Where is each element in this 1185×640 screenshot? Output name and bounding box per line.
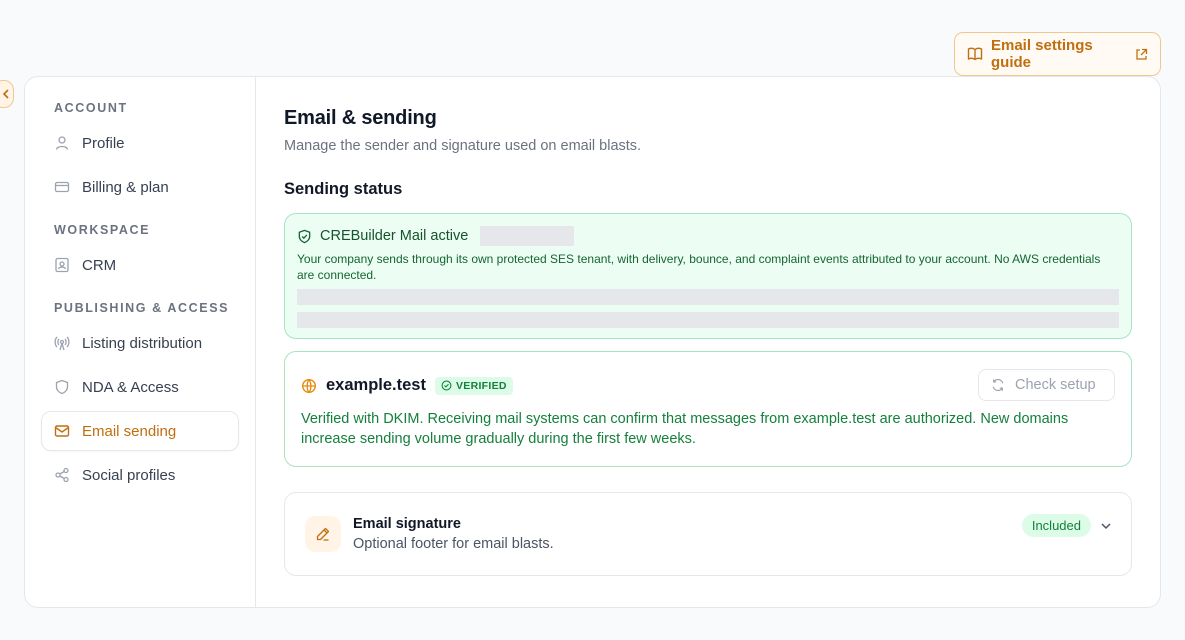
included-badge: Included [1021, 514, 1091, 537]
share-icon [55, 467, 69, 483]
status-description: Your company sends through its own prote… [297, 252, 1101, 282]
loading-placeholder-bar [297, 312, 1119, 328]
sidebar-item-email-sending[interactable]: Email sending [41, 411, 239, 451]
refresh-icon [992, 378, 1004, 392]
sidebar-item-listing-distribution[interactable]: Listing distribution [41, 323, 239, 363]
pen-icon [316, 527, 330, 541]
page-subtitle: Manage the sender and signature used on … [284, 138, 642, 154]
sidebar-item-nda-access[interactable]: NDA & Access [41, 367, 239, 407]
signature-icon-tile [305, 516, 341, 552]
sidebar-item-label: Email sending [82, 422, 177, 440]
user-icon [55, 136, 69, 150]
check-setup-button[interactable]: Check setup [978, 369, 1115, 401]
sending-status-heading: Sending status [284, 180, 403, 198]
sidebar-item-label: Listing distribution [82, 334, 203, 352]
contact-icon [55, 257, 69, 273]
globe-icon [301, 378, 317, 393]
domain-name: example.test [326, 376, 426, 394]
signature-title: Email signature [353, 516, 461, 532]
mail-icon [54, 425, 70, 437]
sending-status-panel: CREBuilder Mail active Your company send… [284, 213, 1132, 339]
check-setup-label: Check setup [1015, 377, 1096, 393]
main-content: Email & sending Manage the sender and si… [256, 77, 1160, 607]
sidebar-item-label: Social profiles [82, 466, 176, 484]
shield-icon [55, 379, 69, 395]
signature-subtitle: Optional footer for email blasts. [353, 536, 554, 552]
sidebar-item-social-profiles[interactable]: Social profiles [41, 455, 239, 495]
chevron-left-icon [2, 89, 9, 99]
sidebar-section-account: ACCOUNT [54, 101, 128, 115]
check-circle-icon [441, 380, 452, 391]
guide-button-label: Email settings guide [991, 37, 1093, 71]
domain-description: Verified with DKIM. Receiving mail syste… [301, 411, 1069, 447]
chevron-down-icon[interactable] [1099, 519, 1113, 533]
status-title: CREBuilder Mail active [320, 228, 469, 244]
broadcast-icon [54, 336, 70, 351]
sidebar-item-crm[interactable]: CRM [41, 245, 239, 285]
loading-placeholder-bar [297, 289, 1119, 305]
sidebar-collapse-toggle[interactable] [0, 80, 14, 108]
page-title: Email & sending [284, 107, 437, 129]
verified-badge-label: VERIFIED [455, 379, 507, 392]
sidebar-item-label: NDA & Access [82, 378, 179, 396]
loading-placeholder [480, 226, 575, 246]
sidebar-item-profile[interactable]: Profile [41, 123, 239, 163]
shield-check-icon [298, 229, 311, 243]
verified-badge: VERIFIED [434, 376, 513, 395]
external-link-icon [1136, 48, 1148, 60]
credit-card-icon [54, 181, 70, 193]
sidebar-section-workspace: WORKSPACE [54, 223, 151, 237]
sidebar-item-label: CRM [82, 256, 117, 274]
settings-card: ACCOUNT Profile Billing & plan WORKSPACE… [24, 76, 1161, 608]
sidebar-item-billing[interactable]: Billing & plan [41, 167, 239, 207]
settings-sidebar: ACCOUNT Profile Billing & plan WORKSPACE… [25, 77, 256, 607]
sidebar-item-label: Billing & plan [82, 178, 169, 196]
email-settings-guide-button[interactable]: Email settings guide [954, 32, 1161, 76]
sidebar-item-label: Profile [82, 134, 125, 152]
sidebar-section-publishing: PUBLISHING & ACCESS [54, 301, 230, 315]
domain-panel: example.test VERIFIED Check setup Verifi… [284, 351, 1132, 467]
email-signature-panel[interactable]: Email signature Optional footer for emai… [284, 492, 1132, 576]
book-icon [967, 47, 983, 61]
